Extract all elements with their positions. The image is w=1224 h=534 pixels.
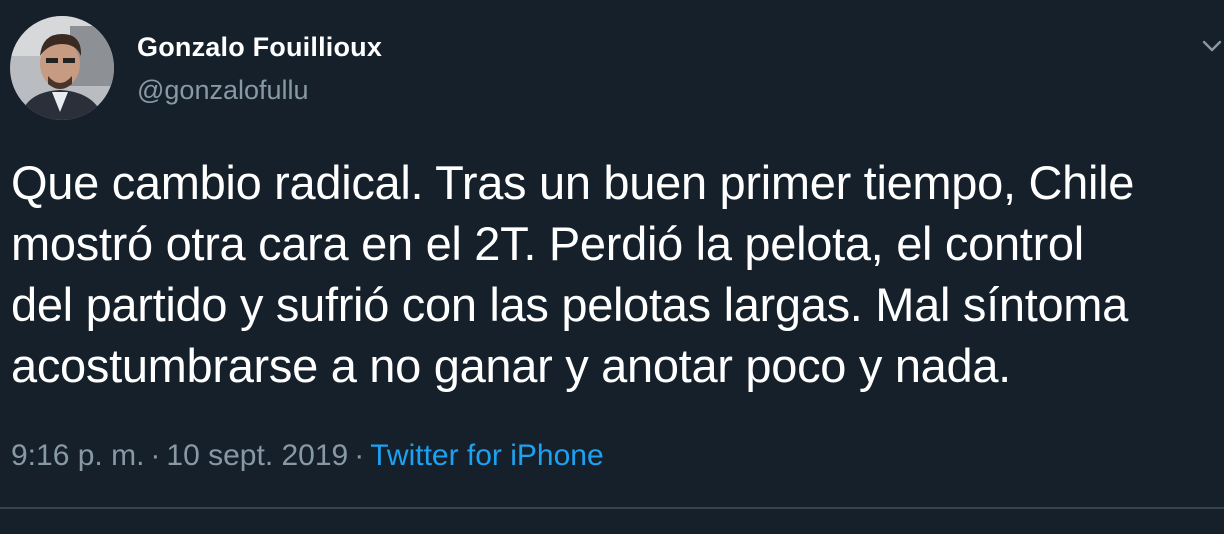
avatar-image <box>10 16 114 120</box>
tweet-card: Gonzalo Fouillioux @gonzalofullu Que cam… <box>0 0 1224 534</box>
tweet-meta: 9:16 p. m. · 10 sept. 2019 · Twitter for iPh… <box>11 439 604 473</box>
chevron-down-icon[interactable] <box>1200 36 1224 56</box>
avatar[interactable] <box>10 16 114 120</box>
tweet-time[interactable]: 9:16 p. m. <box>11 439 144 472</box>
author-display-name[interactable]: Gonzalo Fouillioux <box>137 32 382 63</box>
tweet-source-link[interactable]: Twitter for iPhone <box>370 439 603 472</box>
meta-separator: · <box>150 439 161 472</box>
meta-separator: · <box>354 439 365 472</box>
tweet-date[interactable]: 10 sept. 2019 <box>166 439 348 472</box>
author-handle[interactable]: @gonzalofullu <box>137 75 309 106</box>
tweet-text: Que cambio radical. Tras un buen primer … <box>11 156 1135 392</box>
divider <box>0 507 1224 509</box>
